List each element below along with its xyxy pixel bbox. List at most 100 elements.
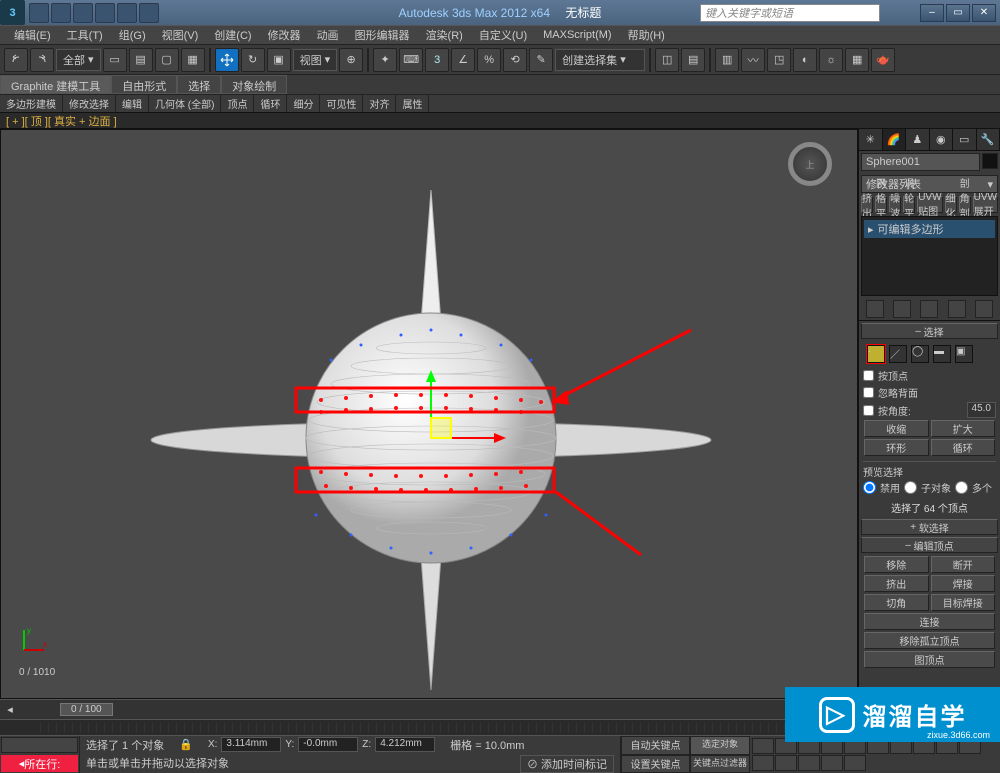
remove-button[interactable]: 移除 <box>864 556 929 573</box>
set-key-button[interactable]: 设置关键点 <box>621 755 690 773</box>
menu-create[interactable]: 创建(C) <box>208 27 257 43</box>
edit-named-sel-button[interactable]: ✎ <box>529 48 553 72</box>
menu-rendering[interactable]: 渲染(R) <box>420 27 469 43</box>
loop-button[interactable]: 循环 <box>931 439 996 456</box>
add-time-tag-button[interactable]: ⊘ 添加时间标记 <box>520 755 614 773</box>
qat-button[interactable] <box>51 3 71 23</box>
ref-coord-dropdown[interactable]: 视图 ▾ <box>293 49 338 71</box>
menu-tools[interactable]: 工具(T) <box>61 27 109 43</box>
maximize-button[interactable]: ▭ <box>946 4 970 22</box>
object-name-field[interactable]: Sphere001 <box>861 153 980 171</box>
qat-button[interactable] <box>139 3 159 23</box>
align-button[interactable]: ▤ <box>681 48 705 72</box>
subobj-edge-button[interactable]: ／ <box>889 345 907 363</box>
mod-btn-turbosmooth[interactable]: 涡轮平滑 <box>903 196 915 213</box>
by-angle-checkbox[interactable] <box>863 405 874 416</box>
nav-region[interactable] <box>752 755 774 771</box>
viewcube[interactable]: 上 <box>788 142 832 186</box>
mirror-button[interactable]: ◫ <box>655 48 679 72</box>
menu-views[interactable]: 视图(V) <box>156 27 205 43</box>
menu-help[interactable]: 帮助(H) <box>622 27 671 43</box>
object-color-swatch[interactable] <box>982 153 998 169</box>
menu-customize[interactable]: 自定义(U) <box>473 27 533 43</box>
ribbon-tab-selection[interactable]: 选择 <box>177 75 221 94</box>
ribbon-tab-paint[interactable]: 对象绘制 <box>221 75 287 94</box>
subobj-border-button[interactable]: ◯ <box>911 345 929 363</box>
nav-max-toggle[interactable] <box>798 755 820 771</box>
layers-button[interactable]: ▥ <box>715 48 739 72</box>
ribbon-panel[interactable]: 编辑 <box>116 95 149 112</box>
key-mode-button[interactable] <box>844 755 866 771</box>
menu-edit[interactable]: 编辑(E) <box>8 27 57 43</box>
rollout-selection[interactable]: – 选择 <box>861 323 998 339</box>
qat-button[interactable] <box>29 3 49 23</box>
use-pivot-button[interactable]: ⊕ <box>339 48 363 72</box>
connect-button[interactable]: 连接 <box>864 613 995 630</box>
stack-config-button[interactable] <box>975 300 993 318</box>
auto-key-button[interactable]: 自动关键点 <box>621 736 690 755</box>
tab-hierarchy[interactable]: ♟ <box>906 129 930 150</box>
y-coord-field[interactable]: -0.0mm <box>298 737 358 752</box>
manipulate-button[interactable]: ✦ <box>373 48 397 72</box>
mod-btn-uvwmap[interactable]: UVW 贴图 <box>917 196 942 213</box>
ring-button[interactable]: 环形 <box>864 439 929 456</box>
rollout-soft-selection[interactable]: + 软选择 <box>861 519 998 535</box>
modifier-stack[interactable]: ▸ 可编辑多边形 <box>861 216 998 296</box>
ribbon-panel[interactable]: 属性 <box>396 95 429 112</box>
render-frame-button[interactable]: ▦ <box>845 48 869 72</box>
stack-item-editable-poly[interactable]: ▸ 可编辑多边形 <box>864 220 995 238</box>
menu-animation[interactable]: 动画 <box>311 27 345 43</box>
render-button[interactable]: 🫖 <box>871 48 895 72</box>
angle-spinner[interactable]: 45.0 <box>967 402 996 418</box>
qat-button[interactable] <box>73 3 93 23</box>
spinner-snap-button[interactable]: ⟲ <box>503 48 527 72</box>
rollout-edit-vertices[interactable]: – 编辑顶点 <box>861 537 998 553</box>
window-crossing-button[interactable]: ▦ <box>181 48 205 72</box>
mod-btn-tessellate[interactable]: 细化 <box>945 196 957 213</box>
tab-display[interactable]: ▭ <box>953 129 977 150</box>
named-sel-dropdown[interactable]: 创建选择集 ▾ <box>555 49 645 71</box>
mod-btn-extrude[interactable]: 挤出 <box>861 196 873 213</box>
ribbon-tab-graphite[interactable]: Graphite 建模工具 <box>0 75 111 94</box>
collapse-button[interactable]: 图顶点 <box>864 651 995 668</box>
select-move-button[interactable] <box>215 48 239 72</box>
snap-button[interactable]: 3 <box>425 48 449 72</box>
viewport[interactable]: 上 yx 0 / 1010 <box>0 129 858 699</box>
preview-off-radio[interactable] <box>863 481 876 494</box>
preview-subobj-radio[interactable] <box>904 481 917 494</box>
stack-pin-button[interactable] <box>866 300 884 318</box>
tab-motion[interactable]: ◉ <box>930 129 954 150</box>
material-editor-button[interactable]: ◐ <box>793 48 817 72</box>
schematic-view-button[interactable]: ◳ <box>767 48 791 72</box>
close-button[interactable]: ✕ <box>972 4 996 22</box>
lock-icon[interactable]: 🔒 <box>179 738 193 751</box>
remove-isolated-button[interactable]: 移除孤立顶点 <box>864 632 995 649</box>
mod-btn-noise[interactable]: 噪波 <box>889 196 901 213</box>
tab-create[interactable]: ✳ <box>859 129 883 150</box>
help-search-input[interactable]: 键入关键字或短语 <box>700 4 880 22</box>
ribbon-panel[interactable]: 几何体 (全部) <box>149 95 221 112</box>
percent-snap-button[interactable]: % <box>477 48 501 72</box>
subobj-polygon-button[interactable]: ▬ <box>933 345 951 363</box>
by-vertex-checkbox[interactable] <box>863 370 874 381</box>
subobj-vertex-button[interactable]: ∙ <box>867 345 885 363</box>
ribbon-panel[interactable]: 循环 <box>254 95 287 112</box>
qat-button[interactable] <box>95 3 115 23</box>
undo-button[interactable] <box>4 48 28 72</box>
nav-orbit[interactable] <box>775 755 797 771</box>
menu-graph-editors[interactable]: 图形编辑器 <box>349 27 416 43</box>
rect-select-button[interactable]: ▢ <box>155 48 179 72</box>
angle-snap-button[interactable]: ∠ <box>451 48 475 72</box>
qat-button[interactable] <box>117 3 137 23</box>
x-coord-field[interactable]: 3.114mm <box>221 737 281 752</box>
selection-filter-dropdown[interactable]: 全部 ▾ <box>56 49 101 71</box>
select-by-name-button[interactable]: ▤ <box>129 48 153 72</box>
ribbon-panel[interactable]: 修改选择 <box>63 95 116 112</box>
mod-btn-chamfer[interactable]: 剖角剖面 <box>959 196 971 213</box>
break-button[interactable]: 断开 <box>931 556 996 573</box>
time-slider-handle[interactable]: 0 / 100 <box>60 703 113 716</box>
mod-btn-unwrap[interactable]: UVW 展开 <box>973 196 998 213</box>
maxscript-line-button[interactable]: ◂ 所在行: <box>1 755 78 772</box>
ribbon-tab-freeform[interactable]: 自由形式 <box>111 75 177 94</box>
extrude-button[interactable]: 挤出 <box>864 575 929 592</box>
